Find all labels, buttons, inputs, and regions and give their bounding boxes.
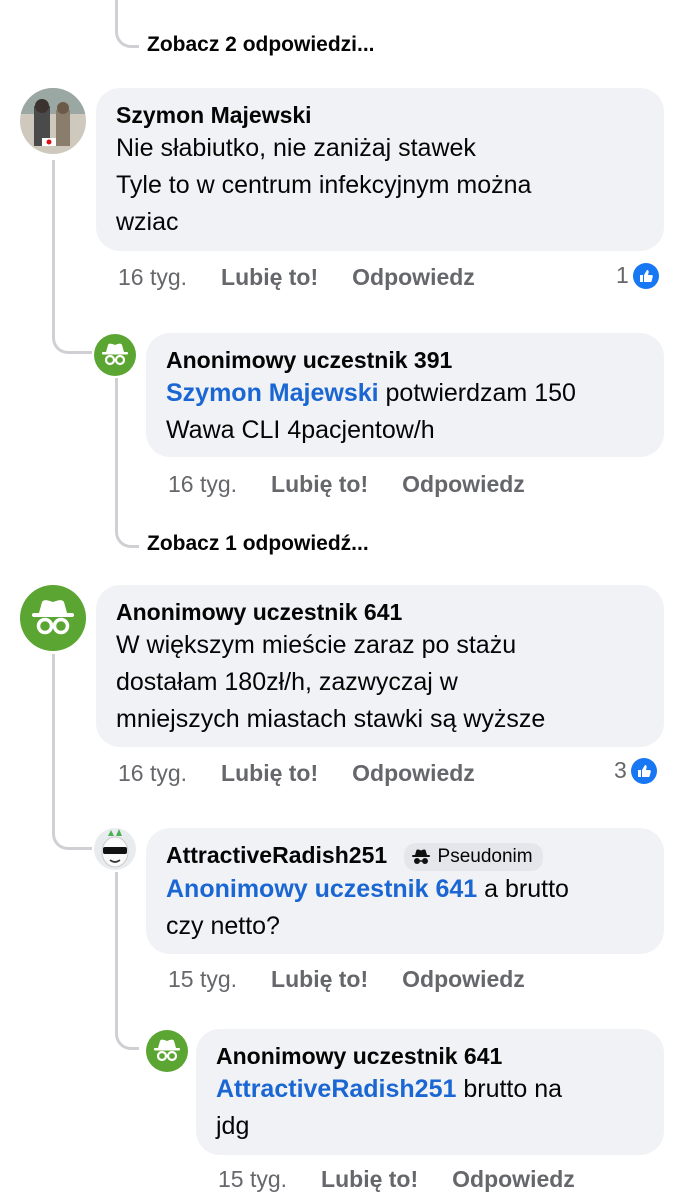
thread-connector — [115, 518, 139, 548]
thread-connector — [52, 320, 92, 354]
timestamp[interactable]: 16 tyg. — [118, 264, 187, 291]
thread-connector — [52, 820, 92, 850]
timestamp[interactable]: 16 tyg. — [168, 471, 237, 498]
comment-text-segment: potwierdzam 150 — [378, 379, 576, 407]
reaction-number: 3 — [614, 757, 627, 783]
comment-bubble: Anonimowy uczestnik 641 AttractiveRadish… — [196, 1029, 664, 1155]
thread-connector — [115, 1018, 139, 1050]
comment-author[interactable]: Szymon Majewski — [116, 100, 644, 130]
view-replies-link[interactable]: Zobacz 1 odpowiedź... — [147, 532, 369, 556]
reaction-count[interactable]: 1 — [616, 262, 659, 289]
view-replies-link[interactable]: Zobacz 2 odpowiedzi... — [147, 33, 375, 57]
anonymous-avatar-icon[interactable] — [94, 334, 136, 376]
anonymous-avatar-icon[interactable] — [20, 585, 86, 651]
comment-text: wziac — [116, 208, 179, 236]
timestamp[interactable]: 15 tyg. — [168, 966, 237, 993]
comment-author[interactable]: Anonimowy uczestnik 641 — [216, 1041, 644, 1071]
comment-actions: 16 tyg. Lubię to! Odpowiedz — [118, 760, 475, 787]
comment-text: AttractiveRadish251 brutto na — [216, 1071, 644, 1108]
comment-bubble: Anonimowy uczestnik 391 Szymon Majewski … — [146, 333, 664, 457]
reaction-count[interactable]: 3 — [614, 757, 657, 784]
comment-text: W większym mieście zaraz po stażu — [116, 631, 517, 659]
comment-text-segment: brutto na — [456, 1075, 563, 1103]
comment-text: mniejszych miastach stawki są wyższe — [116, 705, 546, 733]
thumbs-up-icon — [630, 757, 657, 784]
thread-line — [115, 378, 118, 518]
comment-bubble: Szymon Majewski Nie słabiutko, nie zaniż… — [96, 88, 664, 251]
reaction-number: 1 — [616, 262, 629, 288]
comment-actions: 15 tyg. Lubię to! Odpowiedz — [218, 1166, 575, 1193]
thread-line — [115, 872, 118, 1020]
radish-avatar-icon[interactable] — [94, 828, 136, 870]
comment-text: Wawa CLI 4pacjentow/h — [166, 416, 435, 444]
pseudonym-badge: Pseudonim — [403, 842, 543, 871]
comment-text: Anonimowy uczestnik 641 a brutto — [166, 871, 644, 908]
mention-link[interactable]: Anonimowy uczestnik 641 — [166, 875, 477, 903]
reply-button[interactable]: Odpowiedz — [402, 471, 525, 498]
thread-line — [52, 160, 55, 330]
timestamp[interactable]: 15 tyg. — [218, 1166, 287, 1193]
like-button[interactable]: Lubię to! — [221, 760, 318, 787]
comment-author-row: AttractiveRadish251 Pseudonim — [166, 840, 644, 871]
comment-text: Nie słabiutko, nie zaniżaj stawek — [116, 134, 476, 162]
incognito-icon — [411, 849, 430, 864]
reply-button[interactable]: Odpowiedz — [402, 966, 525, 993]
comment-text: Tyle to w centrum infekcyjnym można — [116, 171, 532, 199]
like-button[interactable]: Lubię to! — [321, 1166, 418, 1193]
timestamp[interactable]: 16 tyg. — [118, 760, 187, 787]
pseudonym-label: Pseudonim — [437, 845, 533, 867]
comment-text: jdg — [216, 1112, 250, 1140]
thread-line — [52, 654, 55, 824]
mention-link[interactable]: AttractiveRadish251 — [216, 1075, 456, 1103]
comment-author[interactable]: AttractiveRadish251 — [166, 842, 387, 868]
thumbs-up-icon — [632, 262, 659, 289]
anonymous-avatar-icon[interactable] — [146, 1030, 188, 1072]
comment-actions: 16 tyg. Lubię to! Odpowiedz — [118, 264, 475, 291]
reply-button[interactable]: Odpowiedz — [352, 264, 475, 291]
like-button[interactable]: Lubię to! — [271, 471, 368, 498]
comment-author[interactable]: Anonimowy uczestnik 391 — [166, 345, 644, 375]
comment-text-segment: a brutto — [477, 874, 569, 903]
like-button[interactable]: Lubię to! — [271, 966, 368, 993]
comment-actions: 15 tyg. Lubię to! Odpowiedz — [168, 966, 525, 993]
comment-author[interactable]: Anonimowy uczestnik 641 — [116, 597, 644, 627]
thread-connector — [115, 0, 139, 48]
comment-text: Szymon Majewski potwierdzam 150 — [166, 375, 644, 412]
comment-text: dostałam 180zł/h, zazwyczaj w — [116, 668, 458, 696]
comment-bubble: AttractiveRadish251 Pseudonim Anonimowy … — [146, 828, 664, 954]
like-button[interactable]: Lubię to! — [221, 264, 318, 291]
reply-button[interactable]: Odpowiedz — [352, 760, 475, 787]
reply-button[interactable]: Odpowiedz — [452, 1166, 575, 1193]
comment-text: czy netto? — [166, 911, 280, 940]
mention-link[interactable]: Szymon Majewski — [166, 379, 379, 407]
avatar[interactable] — [20, 88, 86, 154]
comment-actions: 16 tyg. Lubię to! Odpowiedz — [168, 471, 525, 498]
comment-bubble: Anonimowy uczestnik 641 W większym mieśc… — [96, 585, 664, 747]
